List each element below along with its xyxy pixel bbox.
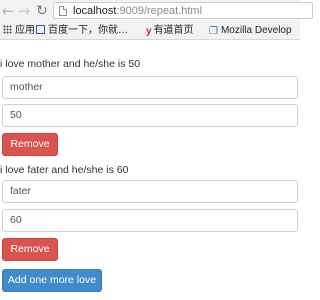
bookmark-label: 有道首页 [153,25,194,36]
image-icon [36,25,45,34]
address-bar[interactable]: localhost:9009/repeat.html [53,2,313,19]
apps-icon [3,25,12,34]
love-sentence: i love mother and he/she is 50 [0,58,141,70]
browser-toolbar: ← → ↻ localhost:9009/repeat.html [0,0,313,23]
bookmarks-bar: 应用 百度一下，你就… y 有道首页 ❐ Mozilla Develop [0,22,300,40]
name-input[interactable]: fater [2,180,298,203]
bookmark-label: Mozilla Develop [220,25,292,36]
bookmark-mozilla[interactable]: ❐ Mozilla Develop [209,22,292,39]
age-input[interactable]: 50 [2,104,298,127]
name-input[interactable]: mother [2,76,298,99]
remove-button[interactable]: Remove [2,238,58,261]
bookmark-label: 百度一下，你就… [48,25,128,36]
bookmark-baidu[interactable]: 百度一下，你就… [36,22,128,39]
bookmark-youdao[interactable]: y 有道首页 [146,22,194,39]
youdao-icon: y [146,26,152,37]
love-sentence: i love fater and he/she is 60 [0,164,129,176]
back-arrow-icon[interactable]: ← [0,3,16,19]
add-love-button[interactable]: Add one more love [2,269,102,292]
age-input[interactable]: 60 [2,209,298,232]
url-host: localhost [73,5,117,17]
bookmark-label: 应用 [15,25,35,36]
bookmark-apps[interactable]: 应用 [3,22,35,39]
remove-button[interactable]: Remove [2,133,58,156]
mozilla-icon: ❐ [209,26,218,37]
reload-icon[interactable]: ↻ [34,3,50,19]
url-path: :9009/repeat.html [116,5,203,17]
url-text: localhost:9009/repeat.html [73,4,202,18]
forward-arrow-icon[interactable]: → [16,3,32,19]
page-icon [59,6,67,16]
